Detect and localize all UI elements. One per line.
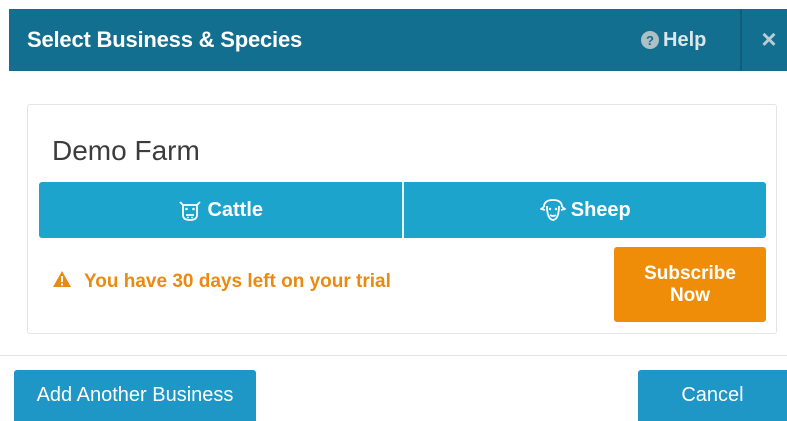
species-button-cattle[interactable]: Cattle: [39, 182, 402, 238]
species-label-cattle: Cattle: [207, 198, 264, 221]
subscribe-now-button[interactable]: Subscribe Now: [614, 247, 766, 322]
help-button[interactable]: ? Help: [641, 27, 706, 53]
subscribe-label: Subscribe Now: [644, 263, 736, 307]
add-another-business-button[interactable]: Add Another Business: [14, 370, 256, 421]
warning-triangle-icon: [52, 270, 72, 294]
close-button[interactable]: ×: [759, 26, 779, 52]
business-card: Demo Farm Cattle Sheep You have 30 days …: [27, 104, 777, 334]
top-margin: [0, 0, 787, 9]
business-name: Demo Farm: [52, 135, 200, 166]
help-label: Help: [663, 28, 707, 51]
dialog-header: Select Business & Species ? Help ×: [9, 9, 787, 71]
species-selector: Cattle Sheep: [39, 182, 766, 238]
subscribe-label-line2: Now: [669, 284, 711, 306]
species-label-sheep: Sheep: [570, 198, 631, 221]
trial-warning: You have 30 days left on your trial: [52, 270, 391, 294]
trial-warning-text: You have 30 days left on your trial: [84, 271, 391, 292]
footer-divider: [0, 355, 787, 356]
species-button-sheep[interactable]: Sheep: [403, 182, 766, 238]
close-icon: ×: [761, 24, 777, 54]
header-divider: [740, 9, 742, 71]
sheep-icon: [539, 197, 567, 223]
dialog-title: Select Business & Species: [27, 27, 303, 52]
subscribe-label-line1: Subscribe: [644, 262, 736, 284]
dialog: Select Business & Species ? Help × Demo …: [0, 0, 787, 421]
cattle-icon: [177, 197, 203, 223]
cancel-button[interactable]: Cancel: [638, 370, 787, 421]
question-circle-icon: ?: [641, 31, 659, 49]
